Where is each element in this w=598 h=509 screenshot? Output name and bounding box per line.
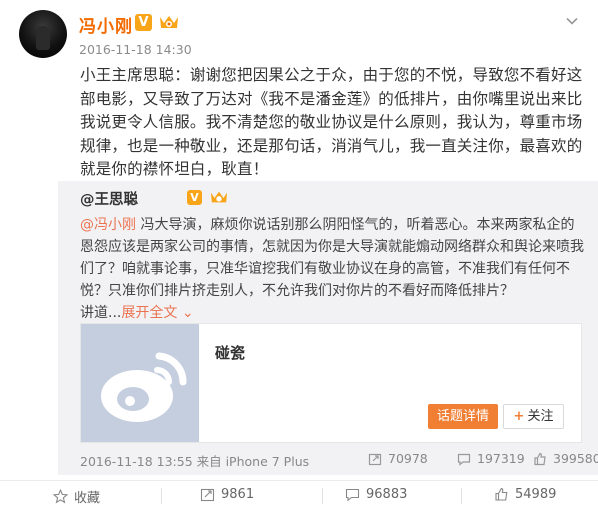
chevron-down-icon[interactable] (565, 14, 579, 28)
favorite-button[interactable]: 收藏 (53, 487, 100, 506)
like-icon (495, 488, 508, 501)
comment-button[interactable]: 96883 (345, 487, 407, 502)
repost-container[interactable]: @王思聪 V @冯小刚 冯大导演，麻烦你说话别那么阴阳怪气的，听着恶心。本来两家… (58, 181, 598, 475)
repost-text: @冯小刚 冯大导演，麻烦你说话别那么阴阳怪气的，听着恶心。本来两家私企的恩怨应该… (80, 214, 585, 324)
repost-username[interactable]: @王思聪 (80, 188, 138, 209)
repost-body: 冯大导演，麻烦你说话别那么阴阳怪气的，听着恶心。本来两家私企的恩怨应该是两家公司… (80, 217, 584, 299)
comment-count-value: 197319 (477, 451, 525, 466)
repost-button[interactable]: 9861 (200, 487, 254, 502)
topic-details-button[interactable]: 话题详情 (428, 404, 498, 429)
like-count[interactable]: 399580 (533, 451, 598, 466)
card-title: 碰瓷 (215, 344, 246, 362)
action-bar: 收藏 9861 96883 54989 (0, 481, 598, 509)
repost-count-value: 9861 (221, 487, 255, 502)
repost-time-source: 2016-11-18 13:55 来自 iPhone 7 Plus (80, 454, 310, 469)
like-button[interactable]: 54989 (494, 487, 556, 502)
separator (322, 488, 323, 504)
star-icon (53, 489, 68, 504)
like-count-value: 399580 (553, 451, 598, 466)
comment-count-value: 96883 (366, 487, 408, 502)
topic-card[interactable]: 碰瓷 话题详情 + 关注 (80, 323, 582, 443)
expand-full-text-link[interactable]: 展开全文 (121, 305, 177, 321)
post-timestamp: 2016-11-18 14:30 (79, 42, 192, 57)
repost-count-value: 70978 (388, 451, 428, 466)
post-header: 冯小刚 V 2016-11-18 14:30 (0, 0, 598, 64)
repost-icon (368, 453, 382, 465)
comment-icon (457, 453, 471, 466)
favorite-label: 收藏 (74, 491, 101, 506)
verified-v-icon: V (187, 190, 202, 205)
repost-count[interactable]: 70978 (368, 451, 428, 466)
mention-link[interactable]: @冯小刚 (80, 217, 136, 233)
like-count-value: 54989 (515, 487, 557, 502)
repost-icon (200, 488, 215, 502)
separator (161, 488, 162, 504)
like-icon (534, 452, 546, 465)
post-username[interactable]: 冯小刚 (79, 12, 133, 37)
vip-icon (210, 191, 228, 203)
repost-footer: 2016-11-18 13:55 来自 iPhone 7 Plus 70978 … (80, 449, 598, 471)
weibo-logo-icon (81, 324, 199, 442)
vip-icon (160, 16, 178, 28)
comment-icon (345, 488, 360, 502)
follow-label: 关注 (527, 409, 554, 424)
avatar[interactable] (19, 10, 67, 58)
repost-text-end: 讲道... (80, 305, 122, 321)
post-text: 小王主席思聪：谢谢您把因果公之于众，由于您的不悦，导致您不看好这部电影，又导致了… (80, 66, 583, 178)
verified-v-icon: V (135, 14, 152, 31)
separator (461, 488, 462, 504)
follow-button[interactable]: + 关注 (503, 404, 564, 429)
comment-count[interactable]: 197319 (457, 451, 525, 466)
plus-icon: + (513, 409, 525, 424)
expand-arrow-icon[interactable]: ⌄ (182, 305, 194, 321)
